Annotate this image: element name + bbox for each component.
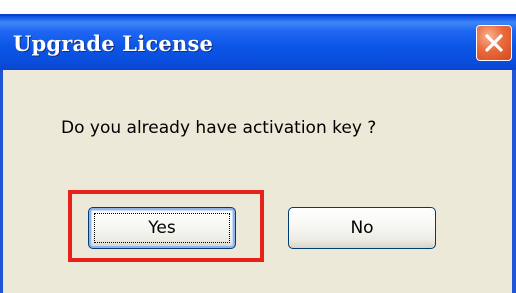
no-button-label: No [350, 218, 374, 238]
dialog-title: Upgrade License [13, 31, 214, 56]
close-button[interactable] [476, 25, 512, 61]
title-bar[interactable]: Upgrade License [0, 14, 516, 70]
yes-button[interactable]: Yes [88, 207, 236, 249]
dialog-message: Do you already have activation key ? [61, 118, 377, 138]
focus-ring [94, 213, 230, 243]
no-button[interactable]: No [288, 207, 436, 249]
close-icon [485, 34, 503, 52]
screen: Upgrade License Do you already have acti… [0, 0, 516, 293]
